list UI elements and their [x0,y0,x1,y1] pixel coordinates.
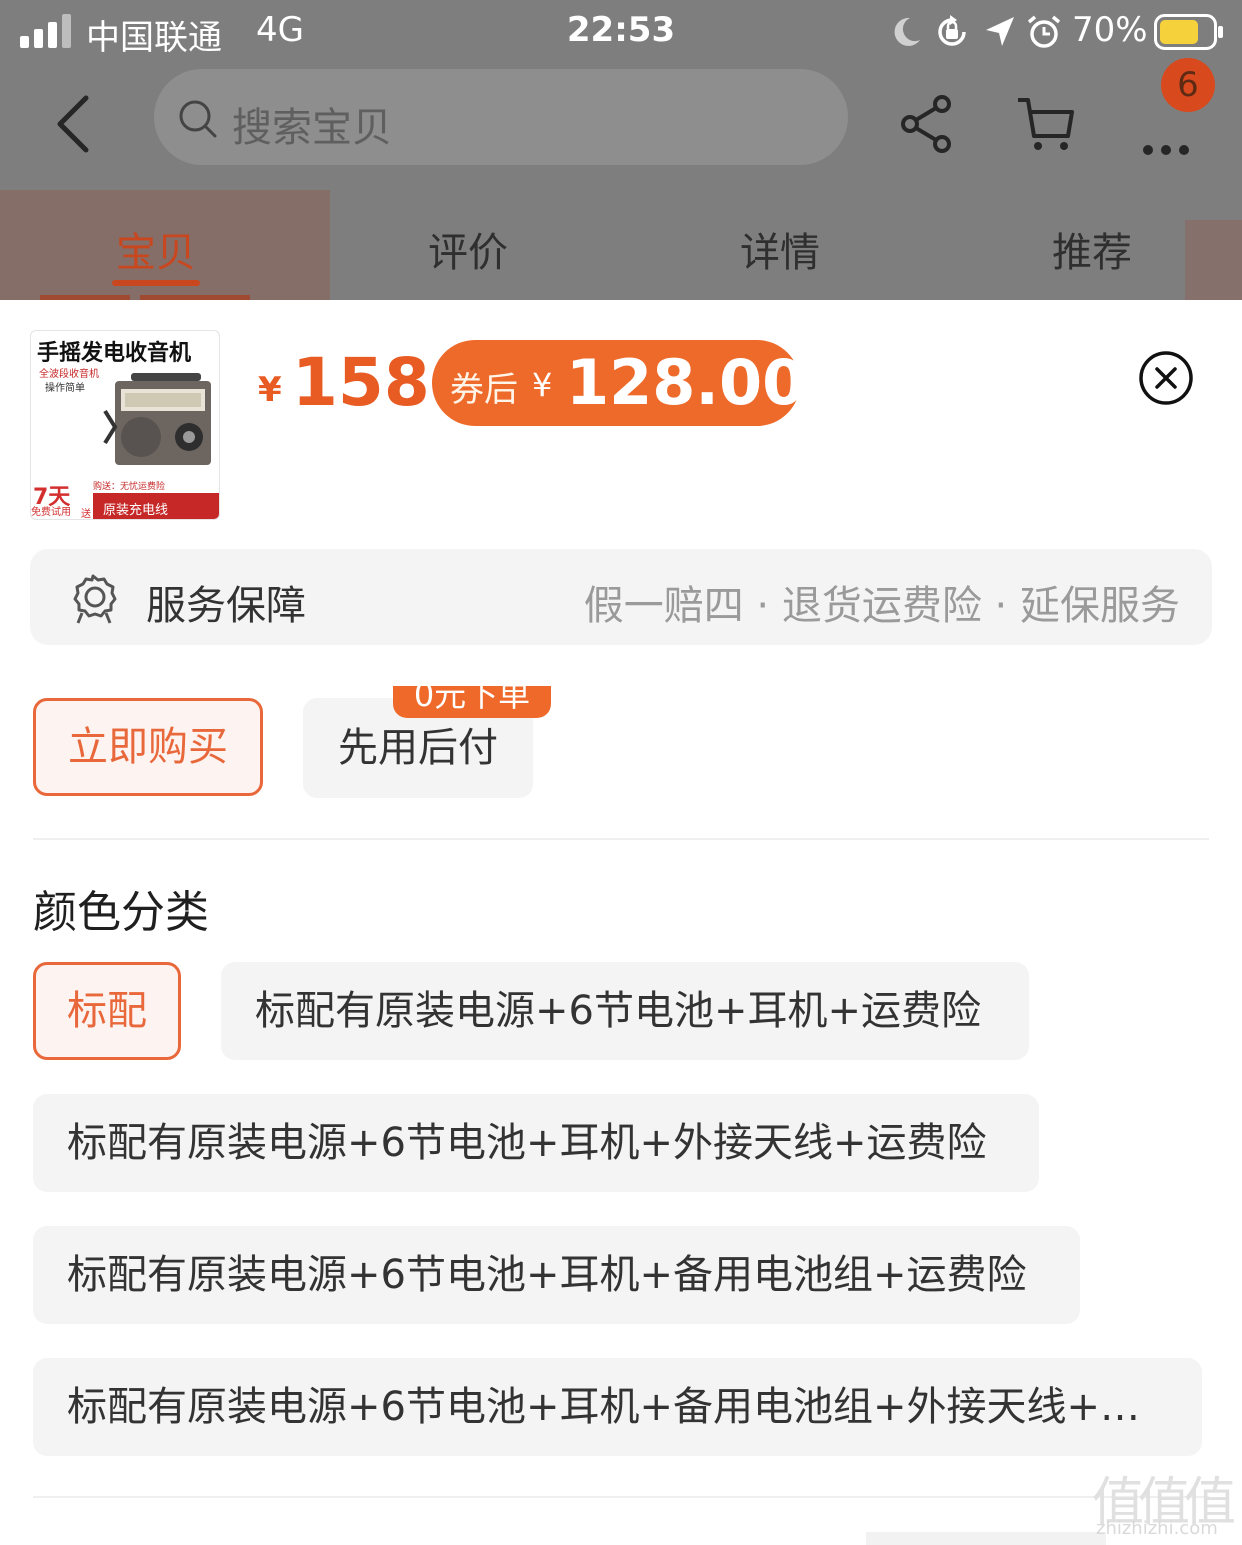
section-divider [33,1496,1209,1498]
share-icon[interactable] [898,92,958,156]
thumb-title: 手摇发电收音机 [37,341,192,366]
service-detail: 假一赔四 · 退货运费险 · 延保服务 [583,583,1180,629]
thumb-gift-prefix: 送 [81,509,91,520]
notification-badge: 6 [1161,58,1215,112]
price: 158 [292,344,430,421]
variant-option-selected[interactable]: 标配 [33,962,181,1060]
next-section-hint [866,1532,1106,1545]
location-icon [986,17,1014,46]
alarm-icon [1027,15,1061,48]
color-section-title: 颜色分类 [33,887,209,938]
moon-icon [894,17,920,46]
cart-icon[interactable] [1016,92,1076,156]
battery-percent: 70% [1072,10,1148,50]
product-thumbnail[interactable]: 手摇发电收音机 全波段收音机 操作简单 购送：无忧运费险 7天 免费试用 送 原… [30,330,220,520]
section-divider [33,838,1209,840]
nav-bar: 搜索宝贝 [0,66,1242,186]
variant-option[interactable]: 标配有原装电源+6节电池+耳机+备用电池组+运费险 [33,1226,1080,1324]
variant-option[interactable]: 标配有原装电源+6节电池+耳机+备用电池组+外接天线+… [33,1358,1202,1456]
rotation-lock-icon [938,15,966,46]
tab-reviews[interactable]: 评价 [388,220,548,278]
dimmed-page-background: 中国联通 4G 22:53 70% 搜索宝贝 6 宝贝 评价 详情 推荐 [0,0,1242,300]
search-input[interactable]: 搜索宝贝 [154,69,848,165]
search-placeholder: 搜索宝贝 [232,105,392,151]
promo-tag-text: 0元下单 [413,686,531,714]
price-currency: ¥ [258,370,282,410]
back-icon[interactable] [50,92,100,156]
thumb-note: 购送：无忧运费险 [93,482,166,492]
coupon-price: 128.00 [566,346,806,419]
service-guarantee-row[interactable]: 服务保障 假一赔四 · 退货运费险 · 延保服务 [30,549,1212,645]
tab-active-indicator [112,280,200,286]
variant-option[interactable]: 标配有原装电源+6节电池+耳机+外接天线+运费险 [33,1094,1039,1192]
coupon-currency: ¥ [532,366,553,404]
thumb-subtitle: 全波段收音机 [39,369,99,380]
sku-selector-sheet: 手摇发电收音机 全波段收音机 操作简单 购送：无忧运费险 7天 免费试用 送 原… [0,300,1242,1545]
thumb-gift: 原装充电线 [103,503,169,518]
buy-now-option[interactable]: 立即购买 [33,698,263,796]
tab-item[interactable]: 宝贝 [76,220,236,278]
close-icon[interactable] [1138,350,1194,406]
radio-product-image [103,373,211,465]
badge-icon [73,574,117,624]
tab-recommend[interactable]: 推荐 [1012,220,1172,278]
pay-later-promo-tag: 0元下单 [393,686,551,718]
variant-option[interactable]: 标配有原装电源+6节电池+耳机+运费险 [221,962,1029,1060]
coupon-label: 券后 [450,370,518,410]
battery-icon [1154,14,1223,50]
thumb-trial: 免费试用 [31,507,71,518]
detail-tabs: 宝贝 评价 详情 推荐 [0,210,1242,290]
tab-details[interactable]: 详情 [700,220,860,278]
status-bar: 中国联通 4G 22:53 70% [0,0,1242,66]
service-title: 服务保障 [146,583,306,629]
coupon-price-pill: 券后 ¥ 128.00 [432,340,805,426]
watermark-url: zhizhizhi.com [1096,1518,1218,1539]
search-icon [179,100,217,138]
thumb-subtitle-2: 操作简单 [45,383,85,394]
site-watermark: 值值值 zhizhizhi.com [1092,1460,1242,1545]
